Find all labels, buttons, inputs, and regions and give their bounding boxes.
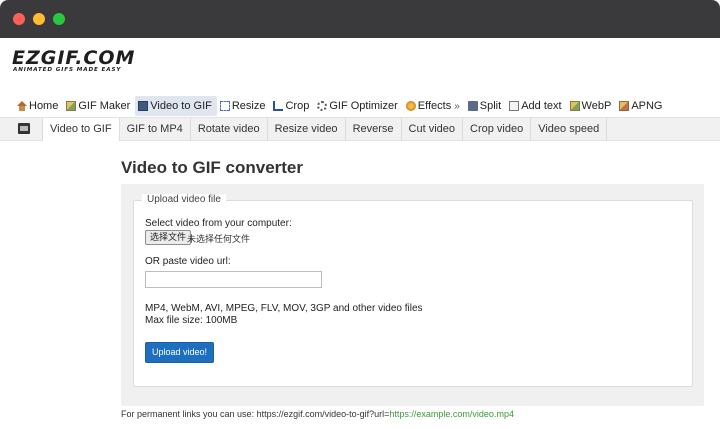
apng-icon <box>619 101 630 111</box>
minimize-window-button[interactable] <box>33 13 45 25</box>
maximize-window-button[interactable] <box>53 13 65 25</box>
nav-item-effects[interactable]: Effects» <box>403 96 465 116</box>
nav-item-label: Resize <box>231 100 266 112</box>
nav-item-label: Split <box>479 100 502 112</box>
logo-text: EZGIF.COM <box>12 47 136 69</box>
upload-video-button[interactable]: Upload video! <box>145 342 214 363</box>
text-icon <box>509 101 520 111</box>
nav-item-webp[interactable]: WebP <box>567 96 617 116</box>
sub-nav: Video to GIF GIF to MP4 Rotate video Res… <box>0 117 720 141</box>
nav-item-gif-maker[interactable]: GIF Maker <box>63 96 135 116</box>
nav-item-apng[interactable]: APNG <box>616 96 667 116</box>
url-label: OR paste video url: <box>145 256 231 267</box>
file-status-text: 未选择任何文件 <box>187 234 251 244</box>
nav-item-label: Crop <box>285 100 310 112</box>
nav-item-video-to-gif[interactable]: Video to GIF <box>135 96 217 116</box>
image-icon <box>66 101 77 111</box>
fieldset-legend: Upload video file <box>142 194 226 205</box>
tab-crop-video[interactable]: Crop video <box>463 118 532 141</box>
upload-fieldset: Upload video file Select video from your… <box>133 194 693 387</box>
upload-panel: Upload video file Select video from your… <box>121 184 704 406</box>
nav-item-label: WebP <box>581 100 612 112</box>
nav-item-resize[interactable]: Resize <box>217 96 271 116</box>
nav-item-label: Video to GIF <box>150 100 212 112</box>
nav-item-gif-optimizer[interactable]: GIF Optimizer <box>314 96 402 116</box>
nav-item-label: Effects <box>417 100 452 112</box>
tab-resize-video[interactable]: Resize video <box>268 118 346 141</box>
select-file-label: Select video from your computer: <box>145 218 292 229</box>
effects-icon <box>405 101 416 111</box>
tab-gif-to-mp4[interactable]: GIF to MP4 <box>120 118 191 141</box>
choose-file-button[interactable]: 选择文件 <box>145 230 192 245</box>
tab-cut-video[interactable]: Cut video <box>402 118 464 141</box>
webp-icon <box>569 101 580 111</box>
film-icon <box>138 101 149 111</box>
gear-icon <box>317 101 328 111</box>
tab-reverse[interactable]: Reverse <box>346 118 402 141</box>
logo-tagline: ANIMATED GIFS MADE EASY <box>13 67 122 73</box>
nav-item-label: APNG <box>631 100 663 112</box>
close-window-button[interactable] <box>13 13 25 25</box>
max-file-size-text: Max file size: 100MB <box>145 315 238 326</box>
video-film-icon <box>18 123 30 134</box>
browser-window: EZGIF.COM ANIMATED GIFS MADE EASY Home G… <box>0 0 720 429</box>
main-nav: Home GIF Maker Video to GIF Resize Crop … <box>14 96 668 116</box>
nav-item-label: GIF Optimizer <box>329 100 398 112</box>
split-icon <box>467 101 478 111</box>
resize-icon <box>219 101 230 111</box>
nav-item-add-text[interactable]: Add text <box>506 96 566 116</box>
crop-icon <box>273 101 284 111</box>
permanent-link-note: For permanent links you can use: https:/… <box>121 409 514 419</box>
nav-item-home[interactable]: Home <box>14 96 63 116</box>
video-url-input[interactable] <box>145 271 322 288</box>
page-title: Video to GIF converter <box>121 158 304 177</box>
supported-formats-text: MP4, WebM, AVI, MPEG, FLV, MOV, 3GP and … <box>145 303 423 314</box>
nav-item-label: Home <box>29 100 59 112</box>
more-arrow-icon: » <box>454 100 460 112</box>
nav-item-label: Add text <box>521 100 562 112</box>
nav-item-label: GIF Maker <box>78 100 131 112</box>
nav-item-crop[interactable]: Crop <box>270 96 314 116</box>
site-logo[interactable]: EZGIF.COM ANIMATED GIFS MADE EASY <box>12 47 152 73</box>
tab-video-to-gif[interactable]: Video to GIF <box>42 118 120 141</box>
nav-item-split[interactable]: Split <box>465 96 506 116</box>
tab-rotate-video[interactable]: Rotate video <box>191 118 268 141</box>
title-bar <box>0 0 720 38</box>
sub-nav-tabs: Video to GIF GIF to MP4 Rotate video Res… <box>42 118 608 141</box>
permanent-example-link[interactable]: https://example.com/video.mp4 <box>389 409 514 419</box>
home-icon <box>17 101 27 111</box>
permanent-link-prefix: For permanent links you can use: https:/… <box>121 409 390 419</box>
tab-video-speed[interactable]: Video speed <box>531 118 608 141</box>
